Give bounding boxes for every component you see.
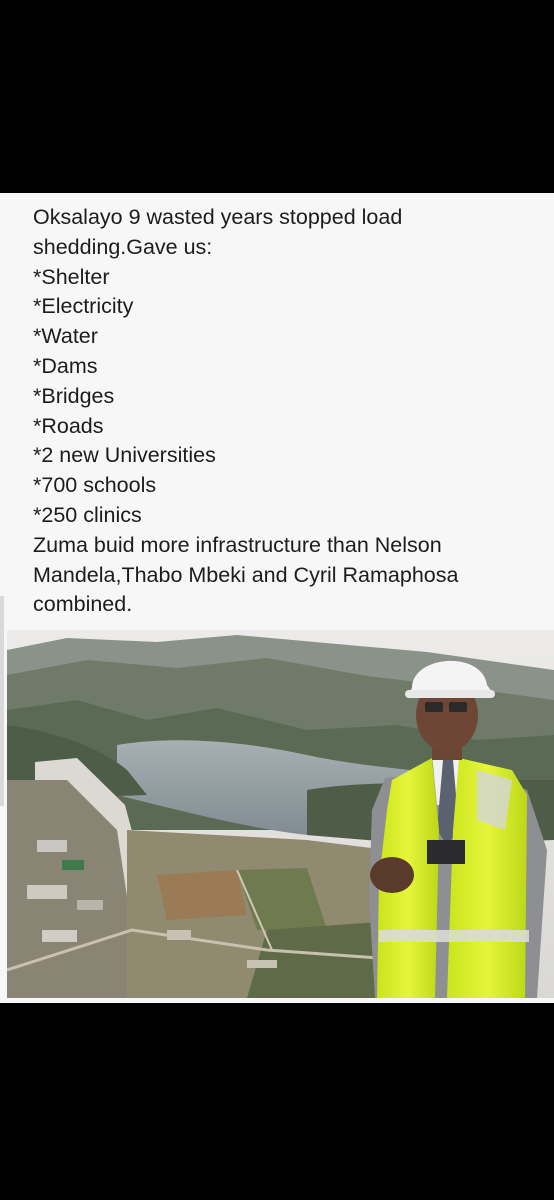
dam-photo-illustration (7, 630, 554, 998)
post-line: combined. (33, 592, 133, 617)
bottom-black-bar (0, 1003, 554, 1200)
post-line: *2 new Universities (33, 443, 216, 468)
post-card: Oksalayo 9 wasted years stopped load she… (0, 193, 554, 1003)
post-line: *250 clinics (33, 502, 142, 527)
scroll-edge (0, 596, 4, 806)
dam-photo (7, 630, 554, 998)
post-line: *Dams (33, 353, 98, 378)
post-line: *Roads (33, 413, 104, 438)
top-black-bar (0, 0, 554, 193)
post-line: Mandela,Thabo Mbeki and Cyril Ramaphosa (33, 562, 459, 587)
post-line: *700 schools (33, 473, 157, 498)
post-line: *Water (33, 324, 98, 349)
post-line: *Electricity (33, 294, 134, 319)
post-line: *Shelter (33, 264, 110, 289)
post-text: Oksalayo 9 wasted years stopped load she… (33, 203, 533, 620)
post-line: Oksalayo 9 wasted years stopped load (33, 205, 403, 229)
post-line: Zuma buid more infrastructure than Nelso… (33, 532, 442, 557)
post-line: *Bridges (33, 383, 115, 408)
post-line: shedding.Gave us: (33, 234, 213, 259)
